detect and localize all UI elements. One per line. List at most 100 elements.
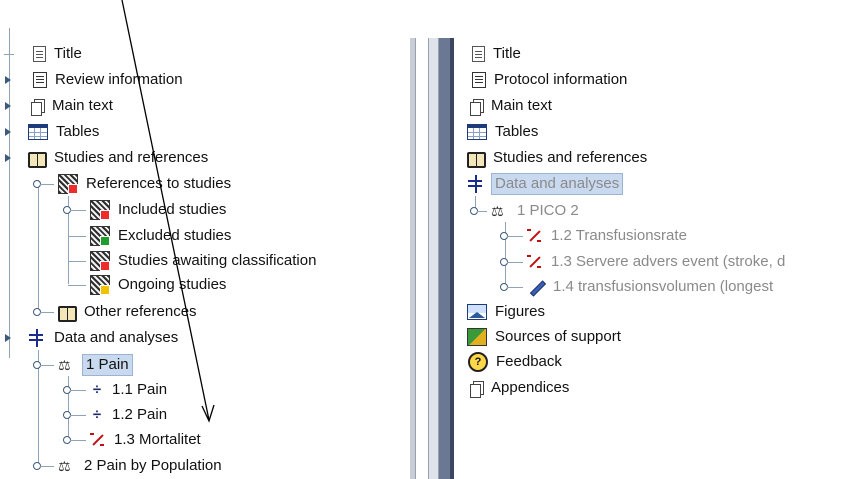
tree-line bbox=[40, 466, 54, 467]
tree-item-title[interactable]: Title bbox=[469, 42, 523, 66]
split-pane-divider[interactable] bbox=[410, 38, 455, 479]
tree-item-label: 1.3 Servere advers event (stroke, d bbox=[551, 253, 786, 270]
tree-line bbox=[38, 180, 39, 310]
tree-item-label: Main text bbox=[52, 97, 113, 114]
divider-shadow bbox=[439, 38, 450, 479]
document-icon bbox=[472, 46, 485, 62]
tree-item-title[interactable]: Title bbox=[30, 42, 84, 66]
tree-line bbox=[40, 312, 54, 313]
tree-item-label: 1 PICO 2 bbox=[517, 202, 579, 219]
comparison-scale-icon: ⚖ bbox=[58, 357, 71, 373]
excluded-studies-icon bbox=[90, 226, 110, 246]
tree-item-label: Main text bbox=[491, 97, 552, 114]
review-outline-tree[interactable]: Title Review information Main text Table… bbox=[0, 0, 410, 479]
expand-handle-icon[interactable] bbox=[5, 334, 11, 342]
expand-handle-icon[interactable] bbox=[5, 128, 11, 136]
pages-icon bbox=[469, 381, 484, 398]
tree-item-excluded-studies[interactable]: Excluded studies bbox=[90, 224, 233, 248]
data-analyses-icon bbox=[28, 329, 46, 347]
book-icon bbox=[58, 305, 77, 322]
tree-item-main-text[interactable]: Main text bbox=[469, 94, 554, 118]
tree-item-label: 1.4 transfusionsvolumen (longest bbox=[553, 278, 774, 295]
pages-icon bbox=[469, 99, 484, 116]
tree-item-other-references[interactable]: Other references bbox=[58, 300, 199, 324]
tree-item-tables[interactable]: Tables bbox=[467, 120, 540, 144]
tree-item-sources-of-support[interactable]: Sources of support bbox=[467, 325, 623, 349]
tree-line bbox=[70, 390, 86, 391]
tree-line bbox=[68, 285, 86, 286]
tree-item-protocol-information[interactable]: Protocol information bbox=[469, 68, 629, 92]
tree-line bbox=[4, 54, 14, 55]
table-icon bbox=[467, 124, 487, 140]
tree-item-label: 2 Pain by Population bbox=[84, 457, 222, 474]
figure-icon bbox=[467, 304, 487, 320]
tree-item-label: 1.1 Pain bbox=[112, 381, 168, 398]
tree-item-studies-and-references[interactable]: Studies and references bbox=[28, 146, 210, 170]
tree-line bbox=[70, 415, 86, 416]
tree-item-tables[interactable]: Tables bbox=[28, 120, 101, 144]
tree-item-transfusionsrate[interactable]: 1.2 Transfusionsrate bbox=[527, 224, 689, 248]
tree-item-label: 1 Pain bbox=[82, 354, 133, 376]
dichotomous-outcome-icon bbox=[527, 254, 543, 270]
comparison-scale-icon: ⚖ bbox=[491, 203, 504, 219]
tree-item-label: Studies and references bbox=[493, 149, 648, 166]
tree-item-appendices[interactable]: Appendices bbox=[469, 376, 571, 400]
references-icon bbox=[58, 174, 78, 194]
comparison-scale-icon: ⚖ bbox=[58, 458, 71, 474]
tree-item-label: Protocol information bbox=[494, 71, 628, 88]
ongoing-studies-icon bbox=[90, 275, 110, 295]
expand-handle-icon[interactable] bbox=[5, 102, 11, 110]
tree-line bbox=[507, 236, 523, 237]
tree-item-label: Feedback bbox=[496, 353, 562, 370]
protocol-document-icon bbox=[472, 72, 486, 88]
tree-item-pain-by-population[interactable]: ⚖ 2 Pain by Population bbox=[58, 454, 224, 478]
tree-item-ongoing-studies[interactable]: Ongoing studies bbox=[90, 273, 228, 297]
tree-item-pico-2[interactable]: ⚖ 1 PICO 2 bbox=[491, 199, 581, 223]
tree-item-label: Title bbox=[493, 45, 521, 62]
divider-edge bbox=[410, 38, 416, 479]
tree-item-references-to-studies[interactable]: References to studies bbox=[58, 172, 233, 196]
tree-item-mortalitet-1-3[interactable]: 1.3 Mortalitet bbox=[90, 428, 203, 452]
tree-item-label: Data and analyses bbox=[491, 173, 624, 195]
tree-line bbox=[507, 287, 523, 288]
tree-item-label: Title bbox=[54, 45, 82, 62]
tree-item-feedback[interactable]: ? Feedback bbox=[467, 350, 564, 374]
expand-handle-icon[interactable] bbox=[5, 154, 11, 162]
expand-handle-icon[interactable] bbox=[5, 76, 11, 84]
tree-item-pain-1-1[interactable]: ÷ 1.1 Pain bbox=[90, 378, 169, 402]
tree-line bbox=[68, 261, 86, 262]
tree-item-data-and-analyses[interactable]: Data and analyses bbox=[467, 172, 624, 196]
divider-grip bbox=[428, 38, 439, 479]
tree-line bbox=[40, 184, 54, 185]
tree-item-awaiting-classification[interactable]: Studies awaiting classification bbox=[90, 249, 318, 273]
pencil-icon bbox=[527, 278, 545, 296]
data-analyses-icon bbox=[467, 175, 485, 193]
tree-item-review-information[interactable]: Review information bbox=[30, 68, 185, 92]
tree-line bbox=[70, 440, 86, 441]
tree-item-servere-advers-event[interactable]: 1.3 Servere advers event (stroke, d bbox=[527, 250, 787, 274]
document-icon bbox=[33, 46, 46, 62]
continuous-outcome-icon: ÷ bbox=[92, 381, 102, 398]
tree-item-label: Excluded studies bbox=[118, 227, 232, 244]
tree-item-label: Studies and references bbox=[54, 149, 209, 166]
book-icon bbox=[28, 151, 47, 168]
tree-item-label: Other references bbox=[84, 303, 197, 320]
tree-item-pain-1-2[interactable]: ÷ 1.2 Pain bbox=[90, 403, 169, 427]
tree-item-transfusionsvolumen[interactable]: 1.4 transfusionsvolumen (longest bbox=[527, 275, 775, 299]
tree-item-main-text[interactable]: Main text bbox=[30, 94, 115, 118]
dichotomous-outcome-icon bbox=[527, 228, 543, 244]
protocol-outline-tree[interactable]: Title Protocol information Main text Tab… bbox=[455, 0, 855, 479]
tree-item-studies-and-references[interactable]: Studies and references bbox=[467, 146, 649, 170]
tree-item-label: Included studies bbox=[118, 201, 227, 218]
pages-icon bbox=[30, 99, 45, 116]
tree-line bbox=[70, 210, 86, 211]
tree-item-label: 1.3 Mortalitet bbox=[114, 431, 201, 448]
tree-item-label: Ongoing studies bbox=[118, 276, 227, 293]
tree-item-figures[interactable]: Figures bbox=[467, 300, 547, 324]
tree-item-label: Figures bbox=[495, 303, 546, 320]
tree-item-data-and-analyses[interactable]: Data and analyses bbox=[28, 326, 180, 350]
divider-dark-edge bbox=[450, 38, 454, 479]
support-icon bbox=[467, 328, 487, 346]
tree-item-included-studies[interactable]: Included studies bbox=[90, 198, 228, 222]
tree-item-pain-1[interactable]: ⚖ 1 Pain bbox=[58, 353, 133, 377]
